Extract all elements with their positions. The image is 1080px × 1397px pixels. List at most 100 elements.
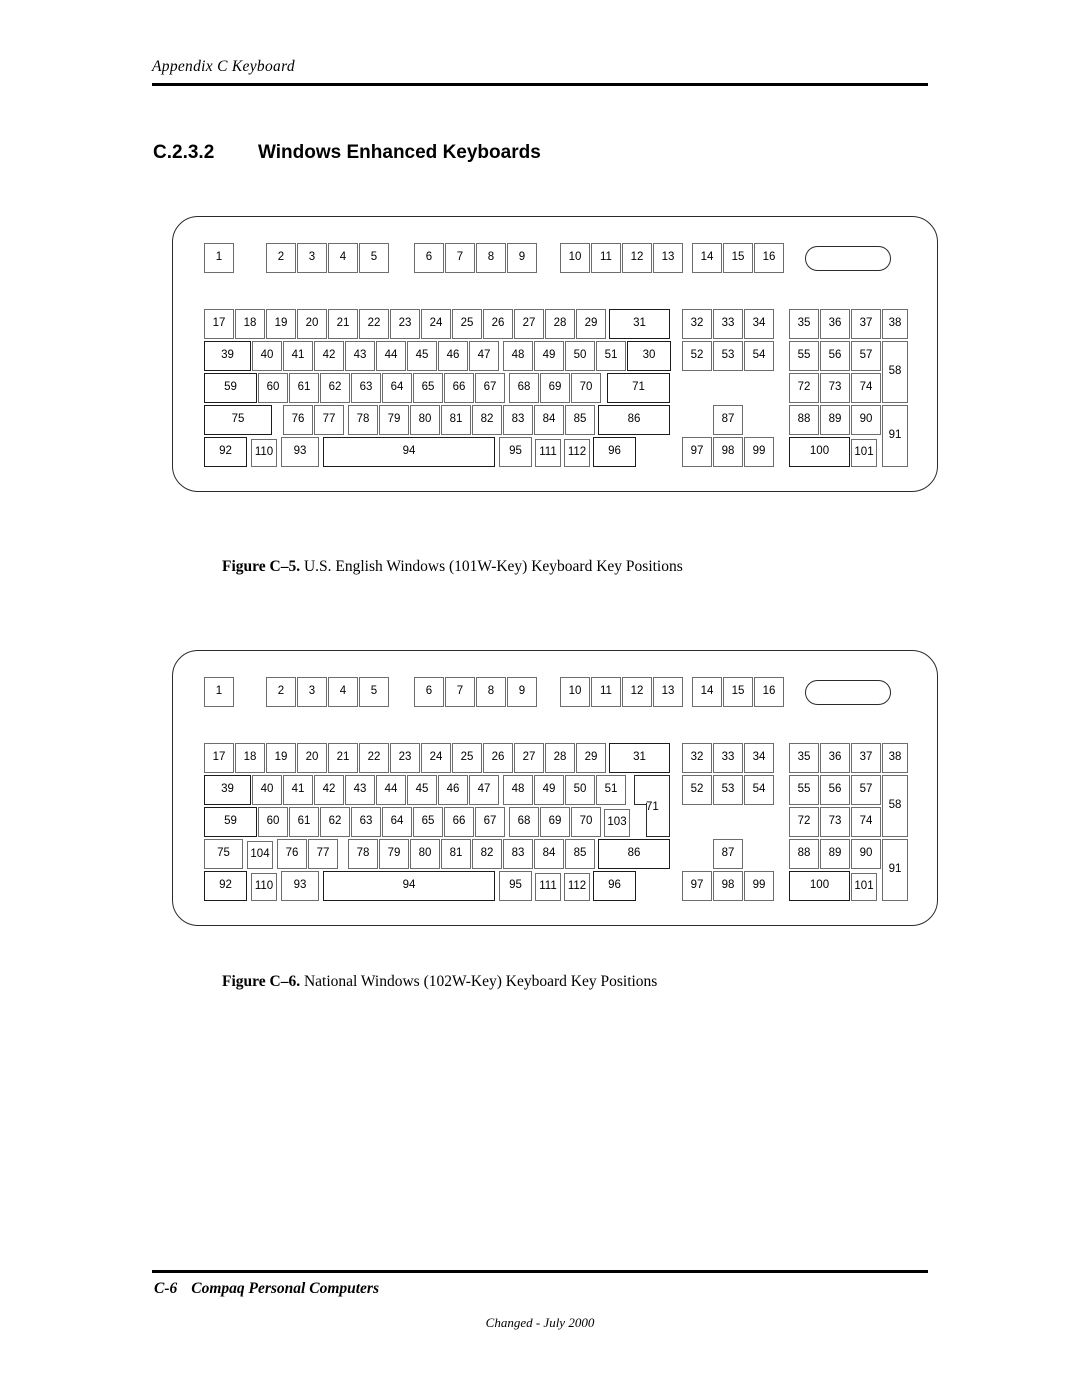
keyboard-key-19[interactable]: 19 — [266, 743, 296, 773]
keyboard-key-98[interactable]: 98 — [713, 871, 743, 901]
keyboard-key-74[interactable]: 74 — [851, 373, 881, 403]
keyboard-key-68[interactable]: 68 — [509, 807, 539, 837]
keyboard-key-42[interactable]: 42 — [314, 341, 344, 371]
keyboard-key-53[interactable]: 53 — [713, 775, 743, 805]
keyboard-key-89[interactable]: 89 — [820, 405, 850, 435]
keyboard-key-110[interactable]: 110 — [251, 439, 277, 467]
keyboard-key-69[interactable]: 69 — [540, 807, 570, 837]
keyboard-key-32[interactable]: 32 — [682, 309, 712, 339]
keyboard-key-64[interactable]: 64 — [382, 373, 412, 403]
keyboard-key-80[interactable]: 80 — [410, 405, 440, 435]
keyboard-key-81[interactable]: 81 — [441, 405, 471, 435]
keyboard-key-60[interactable]: 60 — [258, 807, 288, 837]
keyboard-key-33[interactable]: 33 — [713, 743, 743, 773]
keyboard-key-72[interactable]: 72 — [789, 807, 819, 837]
keyboard-key-101[interactable]: 101 — [851, 873, 877, 901]
keyboard-key-29[interactable]: 29 — [576, 743, 606, 773]
keyboard-key-64[interactable]: 64 — [382, 807, 412, 837]
keyboard-key-58[interactable]: 58 — [882, 775, 908, 837]
keyboard-key-22[interactable]: 22 — [359, 309, 389, 339]
keyboard-key-112[interactable]: 112 — [564, 439, 590, 467]
keyboard-key-95[interactable]: 95 — [499, 871, 532, 901]
keyboard-key-59[interactable]: 59 — [204, 807, 257, 837]
keyboard-key-7[interactable]: 7 — [445, 243, 475, 273]
keyboard-key-7[interactable]: 7 — [445, 677, 475, 707]
keyboard-key-33[interactable]: 33 — [713, 309, 743, 339]
keyboard-key-55[interactable]: 55 — [789, 341, 819, 371]
keyboard-key-17[interactable]: 17 — [204, 309, 234, 339]
keyboard-key-85[interactable]: 85 — [565, 405, 595, 435]
keyboard-key-23[interactable]: 23 — [390, 309, 420, 339]
keyboard-key-77[interactable]: 77 — [308, 839, 338, 869]
keyboard-key-80[interactable]: 80 — [410, 839, 440, 869]
keyboard-key-3[interactable]: 3 — [297, 243, 327, 273]
keyboard-key-8[interactable]: 8 — [476, 243, 506, 273]
keyboard-key-70[interactable]: 70 — [571, 373, 601, 403]
keyboard-key-85[interactable]: 85 — [565, 839, 595, 869]
keyboard-key-97[interactable]: 97 — [682, 437, 712, 467]
keyboard-key-51[interactable]: 51 — [596, 775, 626, 805]
keyboard-key-88[interactable]: 88 — [789, 405, 819, 435]
keyboard-key-34[interactable]: 34 — [744, 309, 774, 339]
keyboard-key-93[interactable]: 93 — [281, 871, 319, 901]
keyboard-key-86[interactable]: 86 — [598, 839, 670, 869]
keyboard-key-10[interactable]: 10 — [560, 243, 590, 273]
keyboard-key-60[interactable]: 60 — [258, 373, 288, 403]
keyboard-key-100[interactable]: 100 — [789, 437, 850, 467]
keyboard-key-54[interactable]: 54 — [744, 341, 774, 371]
keyboard-key-56[interactable]: 56 — [820, 775, 850, 805]
keyboard-key-32[interactable]: 32 — [682, 743, 712, 773]
keyboard-key-14[interactable]: 14 — [692, 677, 722, 707]
keyboard-key-35[interactable]: 35 — [789, 743, 819, 773]
keyboard-key-23[interactable]: 23 — [390, 743, 420, 773]
keyboard-key-11[interactable]: 11 — [591, 243, 621, 273]
keyboard-key-12[interactable]: 12 — [622, 677, 652, 707]
keyboard-key-55[interactable]: 55 — [789, 775, 819, 805]
keyboard-key-56[interactable]: 56 — [820, 341, 850, 371]
keyboard-key-57[interactable]: 57 — [851, 341, 881, 371]
keyboard-key-65[interactable]: 65 — [413, 807, 443, 837]
keyboard-key-97[interactable]: 97 — [682, 871, 712, 901]
keyboard-key-48[interactable]: 48 — [503, 775, 533, 805]
keyboard-key-27[interactable]: 27 — [514, 309, 544, 339]
keyboard-key-8[interactable]: 8 — [476, 677, 506, 707]
keyboard-key-10[interactable]: 10 — [560, 677, 590, 707]
keyboard-key-96[interactable]: 96 — [593, 871, 636, 901]
keyboard-key-65[interactable]: 65 — [413, 373, 443, 403]
keyboard-key-112[interactable]: 112 — [564, 873, 590, 901]
keyboard-key-37[interactable]: 37 — [851, 743, 881, 773]
keyboard-key-94[interactable]: 94 — [323, 871, 495, 901]
keyboard-key-86[interactable]: 86 — [598, 405, 670, 435]
keyboard-key-4[interactable]: 4 — [328, 677, 358, 707]
keyboard-key-88[interactable]: 88 — [789, 839, 819, 869]
keyboard-key-45[interactable]: 45 — [407, 775, 437, 805]
keyboard-key-104[interactable]: 104 — [247, 841, 273, 869]
keyboard-key-91[interactable]: 91 — [882, 839, 908, 901]
keyboard-key-111[interactable]: 111 — [535, 873, 561, 901]
keyboard-key-13[interactable]: 13 — [653, 243, 683, 273]
keyboard-key-44[interactable]: 44 — [376, 341, 406, 371]
keyboard-key-12[interactable]: 12 — [622, 243, 652, 273]
keyboard-key-68[interactable]: 68 — [509, 373, 539, 403]
keyboard-key-77[interactable]: 77 — [314, 405, 344, 435]
keyboard-key-27[interactable]: 27 — [514, 743, 544, 773]
keyboard-key-1[interactable]: 1 — [204, 243, 234, 273]
keyboard-key-101[interactable]: 101 — [851, 439, 877, 467]
keyboard-key-84[interactable]: 84 — [534, 839, 564, 869]
keyboard-key-5[interactable]: 5 — [359, 677, 389, 707]
keyboard-key-35[interactable]: 35 — [789, 309, 819, 339]
keyboard-key-45[interactable]: 45 — [407, 341, 437, 371]
keyboard-key-24[interactable]: 24 — [421, 743, 451, 773]
keyboard-key-2[interactable]: 2 — [266, 243, 296, 273]
keyboard-key-82[interactable]: 82 — [472, 405, 502, 435]
keyboard-key-78[interactable]: 78 — [348, 405, 378, 435]
keyboard-key-18[interactable]: 18 — [235, 743, 265, 773]
keyboard-key-19[interactable]: 19 — [266, 309, 296, 339]
keyboard-key-48[interactable]: 48 — [503, 341, 533, 371]
keyboard-key-36[interactable]: 36 — [820, 743, 850, 773]
keyboard-key-84[interactable]: 84 — [534, 405, 564, 435]
keyboard-key-90[interactable]: 90 — [851, 405, 881, 435]
keyboard-key-38[interactable]: 38 — [882, 309, 908, 339]
keyboard-key-15[interactable]: 15 — [723, 677, 753, 707]
keyboard-key-63[interactable]: 63 — [351, 373, 381, 403]
